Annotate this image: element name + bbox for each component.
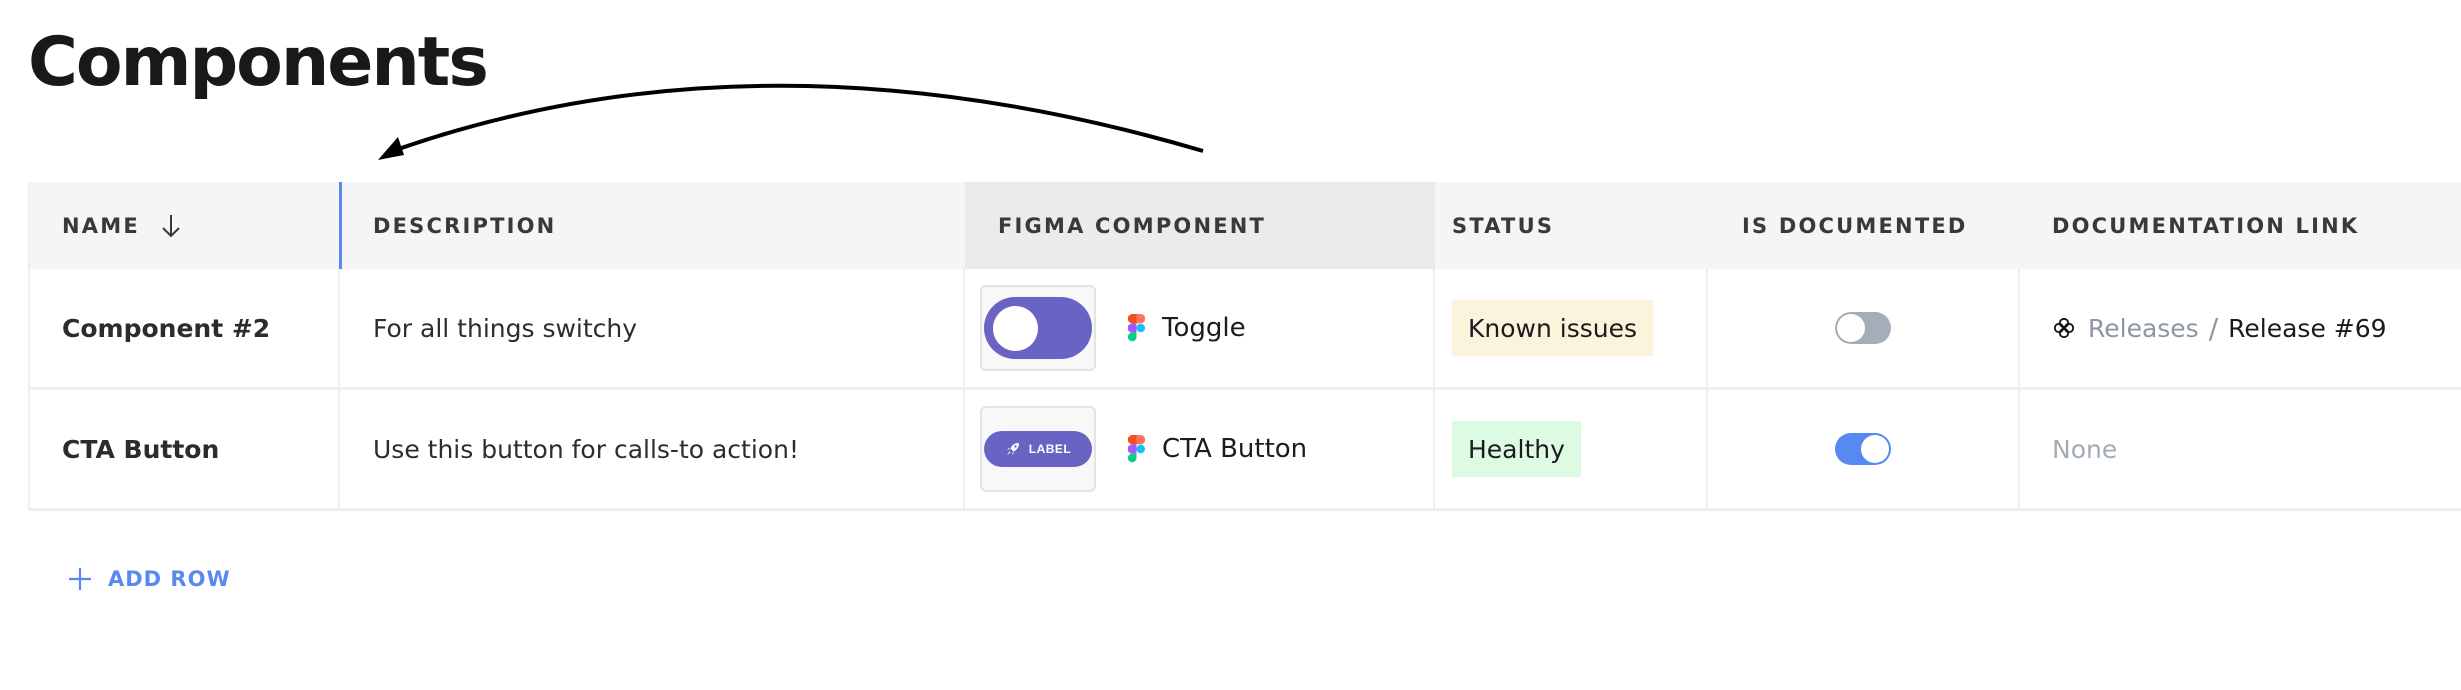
- is-documented-toggle[interactable]: [1835, 312, 1891, 344]
- table-row[interactable]: Component #2 For all things switchy Togg…: [30, 269, 2461, 390]
- cell-description[interactable]: Use this button for calls-to action!: [340, 390, 965, 508]
- column-header-name[interactable]: NAME: [30, 182, 342, 269]
- button-preview-label: LABEL: [1028, 442, 1072, 456]
- column-header-description[interactable]: DESCRIPTION: [340, 182, 965, 269]
- table-row[interactable]: CTA Button Use this button for calls-to …: [30, 390, 2461, 511]
- table-header: NAME DESCRIPTION FIGMA COMPONENT STATUS …: [30, 182, 2461, 269]
- column-label: STATUS: [1452, 213, 1555, 238]
- figma-icon: [1128, 314, 1145, 342]
- status-badge: Healthy: [1452, 421, 1581, 477]
- cell-documentation-link[interactable]: None: [2020, 390, 2461, 508]
- column-header-status[interactable]: STATUS: [1435, 182, 1708, 269]
- cell-figma-component[interactable]: Toggle: [965, 269, 1435, 387]
- component-description: For all things switchy: [373, 313, 638, 343]
- cell-documentation-link[interactable]: Releases / Release #69: [2020, 269, 2461, 387]
- component-description: Use this button for calls-to action!: [373, 434, 799, 464]
- cell-name[interactable]: CTA Button: [30, 390, 340, 508]
- column-header-documentation-link[interactable]: DOCUMENTATION LINK: [2020, 182, 2461, 269]
- plus-icon: [69, 568, 91, 590]
- column-label: IS DOCUMENTED: [1742, 213, 1968, 238]
- empty-link-placeholder: None: [2052, 434, 2118, 464]
- cell-is-documented: [1708, 269, 2020, 387]
- arrow-down-icon[interactable]: [160, 213, 182, 239]
- cell-status[interactable]: Healthy: [1435, 390, 1708, 508]
- status-badge: Known issues: [1452, 300, 1654, 356]
- toggle-preview[interactable]: [980, 285, 1096, 371]
- figma-component-name[interactable]: Toggle: [1162, 313, 1246, 343]
- toggle-preview-graphic: [984, 297, 1092, 359]
- button-preview[interactable]: LABEL: [980, 406, 1096, 492]
- column-label: DESCRIPTION: [373, 213, 557, 238]
- figma-component-name[interactable]: CTA Button: [1162, 434, 1307, 464]
- cell-is-documented: [1708, 390, 2020, 508]
- is-documented-toggle[interactable]: [1835, 433, 1891, 465]
- component-name: Component #2: [62, 313, 271, 343]
- components-table: NAME DESCRIPTION FIGMA COMPONENT STATUS …: [28, 182, 2461, 511]
- breadcrumb-separator: /: [2208, 311, 2219, 345]
- add-row-button[interactable]: ADD ROW: [68, 567, 231, 591]
- cell-description[interactable]: For all things switchy: [340, 269, 965, 387]
- rocket-icon: [1006, 443, 1019, 455]
- column-label: FIGMA COMPONENT: [998, 213, 1267, 238]
- column-label: NAME: [62, 213, 140, 238]
- cell-name[interactable]: Component #2: [30, 269, 340, 387]
- button-preview-graphic: LABEL: [984, 431, 1092, 467]
- breadcrumb-current[interactable]: Release #69: [2228, 314, 2386, 343]
- column-label: DOCUMENTATION LINK: [2052, 213, 2360, 238]
- breadcrumb-parent[interactable]: Releases: [2088, 314, 2199, 343]
- page-title: Components: [28, 23, 489, 102]
- cell-figma-component[interactable]: LABEL CTA Button: [965, 390, 1435, 508]
- column-header-figma-component[interactable]: FIGMA COMPONENT: [965, 182, 1435, 269]
- cell-status[interactable]: Known issues: [1435, 269, 1708, 387]
- column-header-is-documented[interactable]: IS DOCUMENTED: [1708, 182, 2020, 269]
- component-name: CTA Button: [62, 434, 220, 464]
- knot-icon: [2053, 317, 2075, 339]
- figma-icon: [1128, 435, 1145, 463]
- add-row-label: ADD ROW: [108, 567, 231, 591]
